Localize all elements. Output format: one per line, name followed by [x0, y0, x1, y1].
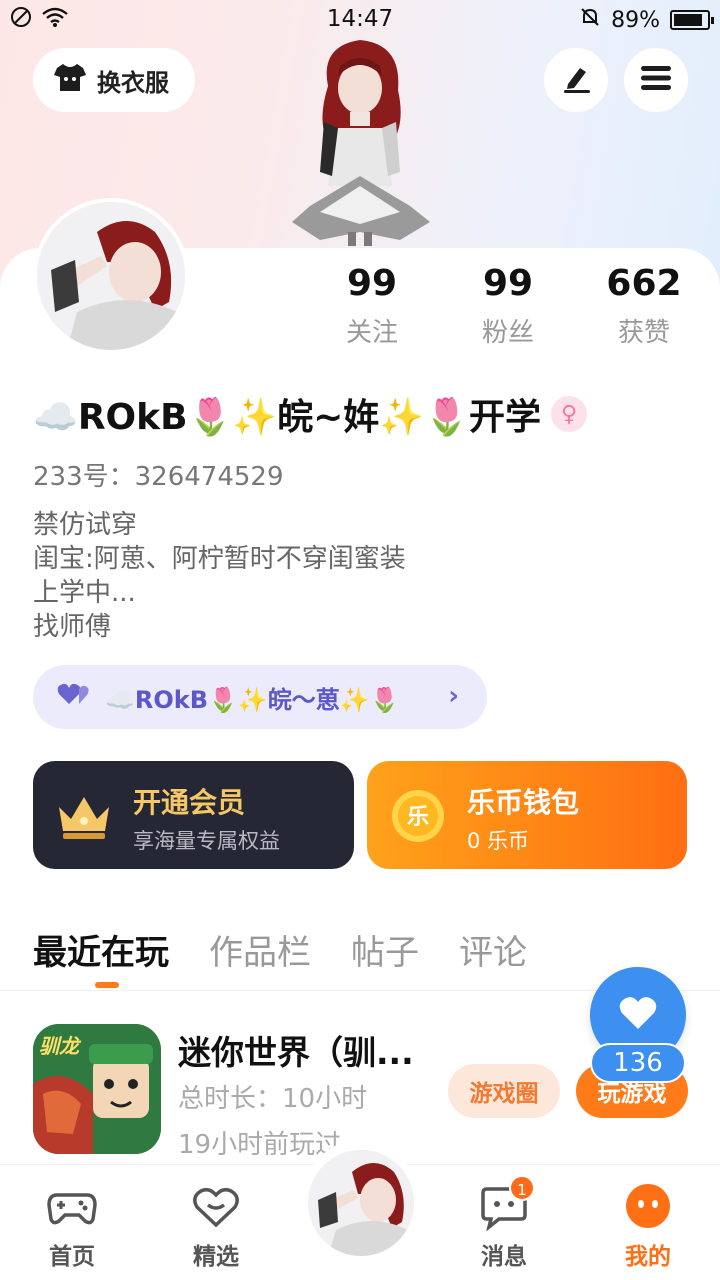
like-count: 136: [590, 1043, 686, 1083]
profile-tabs: 最近在玩 作品栏 帖子 评论: [33, 925, 527, 974]
hamburger-menu-icon: [640, 64, 672, 96]
bio-line: 上学中...: [33, 578, 136, 608]
game-circle-button[interactable]: 游戏圈: [448, 1064, 560, 1118]
bio-line: 禁仿试穿: [33, 510, 138, 540]
stat-likes[interactable]: 662 获赞: [584, 262, 704, 349]
stat-following-label: 关注: [345, 318, 398, 348]
stat-following-value: 99: [346, 263, 398, 304]
fan-group-name: ☁️ROkB🌷✨皖～葸✨🌷: [105, 685, 400, 714]
stat-fans[interactable]: 99 粉丝: [448, 262, 568, 349]
game-play-duration: 总时长：10小时: [178, 1084, 368, 1114]
edit-profile-button[interactable]: [544, 48, 608, 112]
chat-icon: 1: [479, 1175, 535, 1232]
nav-messages[interactable]: 1 消息: [454, 1175, 554, 1271]
game-icon: 驯龙: [33, 1024, 161, 1154]
coin-char: 乐: [407, 805, 429, 830]
menu-button[interactable]: [624, 48, 688, 112]
double-heart-icon: [57, 682, 91, 712]
username-row: ☁️ROkB🌷✨皖~姩✨🌷开学 ♀: [33, 388, 587, 440]
battery-level-fill: [674, 14, 702, 26]
username: ☁️ROkB🌷✨皖~姩✨🌷开学: [33, 397, 541, 438]
nav-featured-label: 精选: [193, 1244, 239, 1270]
bio: 禁仿试穿 闺宝:阿葸、阿柠暂时不穿闺蜜装 上学中... 找师傅: [33, 508, 406, 644]
user-id[interactable]: 233号：326474529: [33, 456, 284, 493]
face-icon: [623, 1181, 673, 1231]
stat-likes-label: 获赞: [617, 318, 670, 348]
nav-featured[interactable]: 精选: [166, 1181, 266, 1271]
gamepad-icon: [47, 1181, 97, 1231]
bio-line: 闺宝:阿葸、阿柠暂时不穿闺蜜装: [33, 544, 406, 574]
chevron-right-icon: ›: [448, 681, 459, 711]
game-title: 迷你世界（驯...: [178, 1033, 414, 1072]
crown-icon: [55, 787, 113, 845]
nav-me-label: 我的: [625, 1244, 671, 1270]
bio-line: 找师傅: [33, 612, 112, 642]
game-last-played: 19小时前玩过: [178, 1130, 342, 1160]
tab-posts[interactable]: 帖子: [351, 925, 419, 974]
female-gender-icon: ♀: [551, 396, 587, 432]
fan-group-pill[interactable]: ☁️ROkB🌷✨皖～葸✨🌷 ›: [33, 665, 487, 729]
heart-badge-icon: [191, 1181, 241, 1231]
nav-home-label: 首页: [49, 1244, 95, 1270]
tab-comments[interactable]: 评论: [459, 925, 527, 974]
nav-me[interactable]: 我的: [598, 1181, 698, 1271]
status-bar: 14:47 89%: [0, 0, 720, 38]
game-icon-text: 驯龙: [39, 1034, 79, 1058]
profile-avatar[interactable]: [33, 198, 189, 354]
tab-works[interactable]: 作品栏: [209, 925, 311, 974]
heart-icon: [618, 995, 658, 1035]
wallet-card[interactable]: 乐 乐币钱包 0 乐币: [367, 761, 687, 869]
stat-following[interactable]: 99 关注: [312, 262, 432, 349]
bell-muted-icon: [579, 6, 601, 34]
messages-badge: 1: [509, 1175, 535, 1201]
change-outfit-button[interactable]: 换衣服: [33, 48, 195, 112]
active-tab-indicator: [95, 982, 119, 988]
nav-messages-label: 消息: [481, 1244, 527, 1270]
vip-title: 开通会员: [133, 786, 246, 819]
nav-home[interactable]: 首页: [22, 1181, 122, 1271]
stat-likes-value: 662: [606, 263, 682, 304]
avatar-3d-character[interactable]: [280, 36, 440, 248]
tab-recently-played[interactable]: 最近在玩: [33, 925, 169, 974]
coin-icon: 乐: [389, 787, 447, 845]
stat-fans-label: 粉丝: [481, 318, 534, 348]
nav-avatar-button[interactable]: [308, 1150, 414, 1256]
tshirt-icon: [53, 62, 87, 98]
battery-percent: 89%: [611, 7, 660, 33]
stat-fans-value: 99: [482, 263, 534, 304]
vip-subtitle: 享海量专属权益: [133, 829, 280, 853]
wallet-title: 乐币钱包: [467, 786, 580, 819]
pen-icon: [560, 62, 592, 98]
vip-membership-card[interactable]: 开通会员 享海量专属权益: [33, 761, 354, 869]
change-outfit-label: 换衣服: [97, 68, 169, 97]
wallet-balance: 0 乐币: [467, 829, 530, 853]
battery-icon: [670, 10, 714, 30]
